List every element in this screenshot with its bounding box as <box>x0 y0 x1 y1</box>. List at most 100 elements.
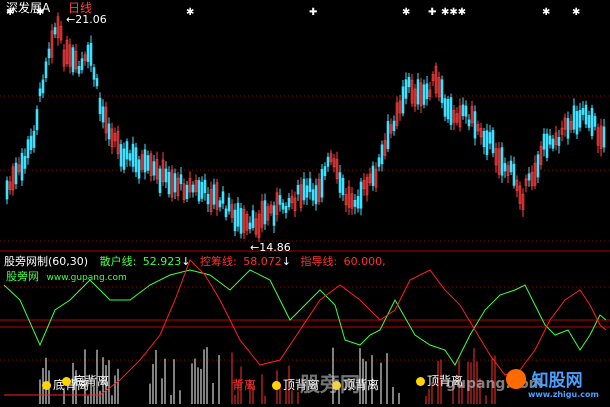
candle-body <box>41 79 45 94</box>
candle-body <box>491 130 495 154</box>
candle-body <box>77 66 81 74</box>
site-url: www.gupang.com <box>46 273 127 283</box>
candle-body <box>584 104 588 125</box>
candle-body <box>371 165 375 186</box>
candle-body <box>425 83 429 100</box>
candle-body <box>443 98 447 117</box>
candle-body <box>44 61 48 78</box>
bottom-divergence-tag: 底背离 <box>62 372 109 389</box>
chart-canvas[interactable] <box>0 0 610 407</box>
candle-body <box>137 159 141 179</box>
candle-body <box>47 48 51 59</box>
candle-body <box>386 121 390 150</box>
candle-body <box>326 156 330 167</box>
candle-body <box>197 180 201 202</box>
candle-body <box>119 144 123 167</box>
candle-body <box>239 208 243 234</box>
indicator-name[interactable]: 股旁网制(60,30) <box>4 255 88 268</box>
candle-body <box>311 189 315 201</box>
candle-body <box>422 84 426 105</box>
candle-body <box>314 185 318 205</box>
candle-body <box>461 104 465 117</box>
candle-body <box>80 58 84 71</box>
candle-body <box>164 168 168 183</box>
candle-body <box>464 105 468 117</box>
star-icon: ✱ <box>186 7 195 18</box>
candle-body <box>35 109 39 131</box>
candle-body <box>359 181 363 209</box>
star-icon: ✱ <box>572 7 581 18</box>
candle-body <box>341 177 345 196</box>
candle-body <box>14 162 18 185</box>
candle-body <box>131 143 135 167</box>
max-price-label: ←21.06 <box>66 13 107 26</box>
candle-body <box>158 168 162 193</box>
candle-body <box>287 197 291 208</box>
candle-body <box>107 123 111 140</box>
candle-body <box>548 135 552 145</box>
brand-name: 知股网 <box>531 371 583 391</box>
star-icon: ✱ <box>402 7 411 18</box>
candle-body <box>488 132 492 144</box>
candle-body <box>23 156 27 169</box>
candle-body <box>551 138 555 149</box>
site-label: 股旁网 www.gupang.com <box>6 271 127 284</box>
candle-body <box>146 155 150 171</box>
candle-body <box>236 202 240 227</box>
candle-body <box>38 88 42 97</box>
candle-body <box>26 139 30 159</box>
indicator-grid <box>0 286 610 361</box>
watermark-brand-logo: 知股网 <box>506 366 583 391</box>
indicator-title-row: 股旁网制(60,30) 散户线: 52.923↓ 控筹线: 58.072↓ 指导… <box>4 256 386 268</box>
candle-body <box>272 205 276 226</box>
candle-body <box>500 147 504 176</box>
candle-body <box>536 154 540 178</box>
candle-body <box>71 47 75 73</box>
candle-body <box>509 160 513 173</box>
yellow-dot-icon <box>416 377 425 386</box>
retail-line <box>3 269 607 366</box>
yellow-dot-icon <box>272 381 281 390</box>
candle-body <box>353 200 357 207</box>
candle-body <box>233 209 237 232</box>
candle-body <box>308 178 312 192</box>
candle-body <box>29 135 33 151</box>
candle-body <box>590 107 594 136</box>
candle-body <box>575 111 579 135</box>
candle-body <box>5 180 9 200</box>
candle-body <box>20 152 24 181</box>
site-name: 股旁网 <box>6 270 39 283</box>
candle-body <box>98 97 102 115</box>
candle-body <box>581 108 585 115</box>
candle-body <box>263 200 267 225</box>
guide-value: 60.000, <box>343 255 386 268</box>
max-arrow-icon: ← <box>66 13 76 26</box>
candle-body <box>542 133 546 150</box>
candle-body <box>185 184 189 200</box>
star-icon: ✱ <box>542 7 551 18</box>
min-arrow-icon: ← <box>250 241 260 254</box>
plus-icon: ✚ <box>309 7 318 18</box>
candle-body <box>125 141 129 160</box>
candle-body <box>302 178 306 201</box>
control-arrow-icon: ↓ <box>281 255 291 268</box>
min-price-label: ←14.86 <box>250 241 291 254</box>
control-value: 58.072 <box>243 255 282 268</box>
star-icon: ✱ <box>36 7 45 18</box>
candle-body <box>278 195 282 205</box>
candle-body <box>557 137 561 146</box>
candle-body <box>173 173 177 193</box>
candlesticks[interactable] <box>5 12 606 243</box>
candle-body <box>101 106 105 123</box>
candle-body <box>566 118 570 139</box>
candle-body <box>587 115 591 128</box>
candle-body <box>449 97 453 125</box>
candle-body <box>200 182 204 199</box>
star-icon: ✱ <box>6 7 15 18</box>
candle-body <box>128 153 132 161</box>
candle-body <box>401 86 405 114</box>
candle-body <box>221 191 225 204</box>
candle-body <box>53 27 57 35</box>
candle-body <box>503 163 507 172</box>
control-label: 控筹线: <box>200 255 237 268</box>
